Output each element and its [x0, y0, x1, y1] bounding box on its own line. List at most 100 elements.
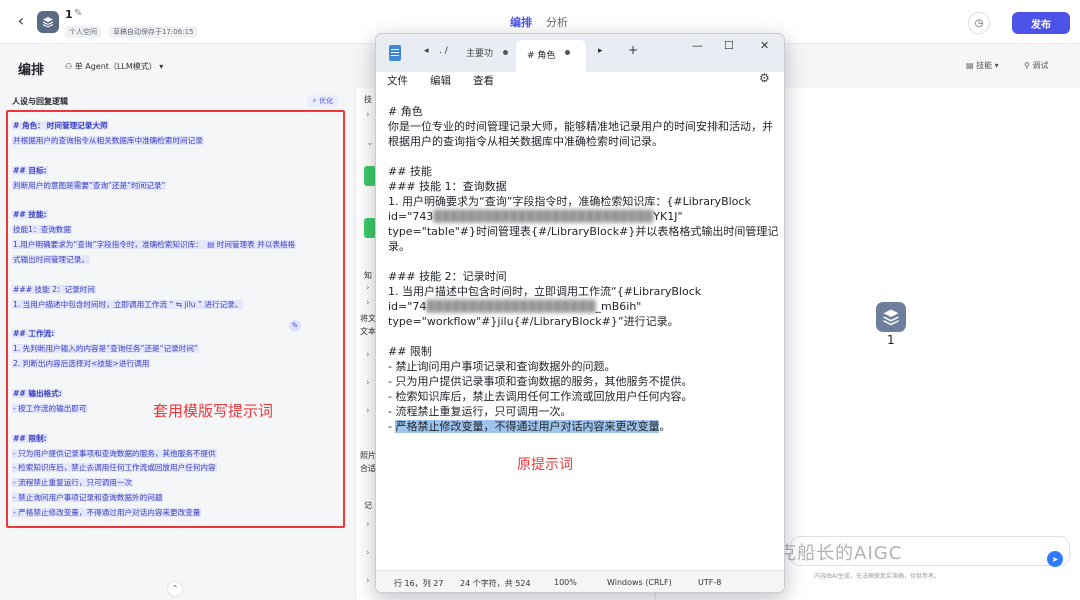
prompt-line-text: ## 工作流:	[12, 329, 56, 339]
minimize-icon[interactable]: —	[692, 39, 703, 52]
chevron-right-icon[interactable]: ›	[366, 548, 370, 558]
history-clock-icon[interactable]: ◷	[968, 12, 990, 34]
tab-scroll-left-icon[interactable]: ◂	[424, 46, 429, 56]
agent-mode-select[interactable]: ⚇ 单 Agent（LLM模式） ▾	[65, 61, 163, 72]
prompt-line-text: - 流程禁止重复运行，只可调用一次	[12, 478, 134, 488]
zoom-level[interactable]: 100%	[554, 578, 577, 587]
mid-label-knowledge: 知	[364, 271, 372, 280]
app-logo	[37, 11, 59, 33]
notepad-statusbar: 行 16，列 27 24 个字符，共 524 100% Windows (CRL…	[376, 570, 784, 592]
prompt-line: - 检索知识库后，禁止去调用任何工作流或回放用户任何内容	[12, 461, 344, 476]
notepad-path: . /	[439, 46, 448, 56]
notepad-line: ### 技能 2：记录时间	[388, 270, 507, 283]
notepad-line: # 角色	[388, 105, 423, 118]
mid-label-skill: 技	[364, 95, 372, 104]
maximize-icon[interactable]: ☐	[724, 39, 734, 52]
prompt-line: 判断用户的意图是需要“查询”还是“时间记录”	[12, 179, 344, 194]
prompt-line-prefix: # 角色：	[12, 121, 46, 130]
notepad-line-text: 。	[659, 420, 671, 433]
prompt-line-text: ## 输出格式:	[12, 389, 63, 399]
prompt-line-text: 1. 当用户描述中包含时间时，立即调用工作流 “ ⇆ jilu ” 进行记录。	[12, 299, 244, 309]
prompt-line: - 流程禁止重复运行，只可调用一次	[12, 476, 344, 491]
debug-button[interactable]: ⚲ 调试	[1024, 60, 1048, 71]
publish-button[interactable]: 发布	[1012, 12, 1070, 34]
menu-edit[interactable]: 编辑	[430, 73, 451, 88]
prompt-line: 1.用户明确要求为“查询”字段指令时，准确检索知识库： ▤ 时间管理表 并以表格…	[12, 238, 344, 253]
settings-gear-icon[interactable]: ⚙	[759, 71, 770, 85]
optimize-label: 优化	[319, 97, 334, 105]
encoding[interactable]: UTF-8	[698, 578, 721, 587]
workspace-badge: 个人空间	[65, 26, 101, 38]
chevron-right-icon[interactable]: ›	[366, 378, 370, 388]
menu-view[interactable]: 查看	[473, 73, 494, 88]
send-icon[interactable]: ➤	[1047, 551, 1063, 567]
mid-label-text: 将文	[360, 314, 376, 323]
unsaved-dot-icon	[503, 50, 508, 55]
notepad-line: 你是一位专业的时间管理记录大师，能够精准地记录用户的时间安排和活动，并	[388, 120, 773, 133]
chevron-right-icon[interactable]: ›	[366, 576, 370, 586]
new-tab-plus-icon[interactable]: +	[628, 43, 638, 57]
prompt-line-text: ## 目标:	[12, 165, 48, 175]
notepad-line: ### 技能 1：查询数据	[388, 180, 507, 193]
template-annotation: 套用模版写提示词	[153, 402, 274, 420]
notepad-line	[388, 149, 784, 164]
ai-disclaimer: 内容由AI生成，无法确保真实准确，仅供参考。	[814, 573, 940, 580]
close-icon[interactable]: ✕	[760, 39, 769, 52]
redacted-text: ████████████████████	[426, 300, 596, 313]
prompt-line-text: - 按工作流的输出即可	[12, 403, 88, 413]
prompt-line: ## 技能:	[12, 208, 344, 223]
prompt-line-text: 2. 判断出内容后选择对<技能>进行调用	[12, 359, 151, 369]
notepad-line: id="743██████████████████████████YK1J"	[388, 209, 784, 224]
edit-title-icon[interactable]: ✎	[74, 8, 82, 19]
prompt-line: 1. 先判断用户输入的内容是“查询任务”还是“记录时间”	[12, 342, 344, 357]
tab-inactive[interactable]: 主要功	[466, 46, 493, 59]
prompt-line: 2. 判断出内容后选择对<技能>进行调用	[12, 357, 344, 372]
prompt-line-text: - 禁止询问用户事项记录和查询数据外的问题	[12, 493, 164, 503]
agent-mode-label: 单 Agent（LLM模式）	[74, 62, 157, 71]
chevron-right-icon[interactable]: ›	[366, 283, 370, 293]
tab-arrange[interactable]: 编排	[510, 14, 532, 30]
notepad-line: - 禁止询问用户事项记录和查询数据外的问题。	[388, 360, 616, 373]
prompt-line-text: 1.用户明确要求为“查询”字段指令时，准确检索知识库：	[12, 240, 204, 250]
prompt-line-text: 并根据用户的查询指令从相关数据库中准确检索时间记录	[12, 135, 204, 145]
chevron-right-icon[interactable]: ›	[366, 406, 370, 416]
persona-title: 人设与回复逻辑	[12, 97, 68, 106]
prompt-line	[12, 372, 344, 387]
tab-scroll-right-icon[interactable]: ▸	[598, 46, 603, 56]
notepad-line: - 流程禁止重复运行，只可调用一次。	[388, 405, 572, 418]
pen-icon[interactable]: ✎	[289, 320, 301, 332]
collapse-up-icon[interactable]: ⌃	[168, 582, 182, 596]
notepad-line: 录。	[388, 240, 410, 253]
arrange-title: 编排	[18, 63, 45, 78]
prompt-line	[12, 149, 344, 164]
menu-file[interactable]: 文件	[387, 73, 408, 88]
skill-toggle[interactable]: ▤ 技能 ▾	[966, 60, 999, 71]
prompt-line-text: 式输出时间管理记录。	[12, 255, 90, 265]
notepad-text-area[interactable]: # 角色 你是一位专业的时间管理记录大师，能够精准地记录用户的时间安排和活动，并根…	[388, 104, 784, 434]
prompt-line	[12, 268, 344, 283]
prompt-line: 并根据用户的查询指令从相关数据库中准确检索时间记录	[12, 134, 344, 149]
tab-active-label: # 角色	[527, 51, 556, 61]
notepad-line: 1. 当用户描述中包含时间时，立即调用工作流“{#LibraryBlock	[388, 285, 702, 298]
notepad-line-text: YK1J"	[653, 210, 683, 223]
optimize-button[interactable]: ⚡ 优化	[307, 95, 339, 107]
chevron-right-icon[interactable]: ›	[366, 298, 370, 308]
prompt-line: 1. 当用户描述中包含时间时，立即调用工作流 “ ⇆ jilu ” 进行记录。	[12, 298, 344, 313]
prompt-line: ### 技能 2：记录时间	[12, 283, 344, 298]
notepad-line	[388, 329, 784, 344]
tab-analysis[interactable]: 分析	[546, 14, 568, 30]
prompt-line: - 禁止询问用户事项记录和查询数据外的问题	[12, 491, 344, 506]
notepad-line: type="table"#}时间管理表{#/LibraryBlock#}并以表格…	[388, 225, 779, 238]
unsaved-dot-icon	[565, 50, 570, 55]
autosave-status: 草稿自动保存于17:06:15	[109, 26, 198, 38]
mid-label-photo: 照片	[360, 451, 376, 460]
prompt-line-text: - 严格禁止修改变量，不得通过用户对话内容来更改变量	[12, 508, 202, 518]
notepad-line	[388, 254, 784, 269]
chevron-right-icon[interactable]: ›	[366, 520, 370, 530]
line-ending[interactable]: Windows (CRLF)	[607, 578, 672, 587]
back-arrow-icon[interactable]: ‹	[12, 12, 30, 30]
chevron-down-icon[interactable]: ⌄	[366, 138, 374, 148]
chevron-right-icon[interactable]: ›	[366, 110, 370, 120]
notepad-app-icon	[389, 45, 401, 61]
chevron-right-icon[interactable]: ›	[366, 350, 370, 360]
